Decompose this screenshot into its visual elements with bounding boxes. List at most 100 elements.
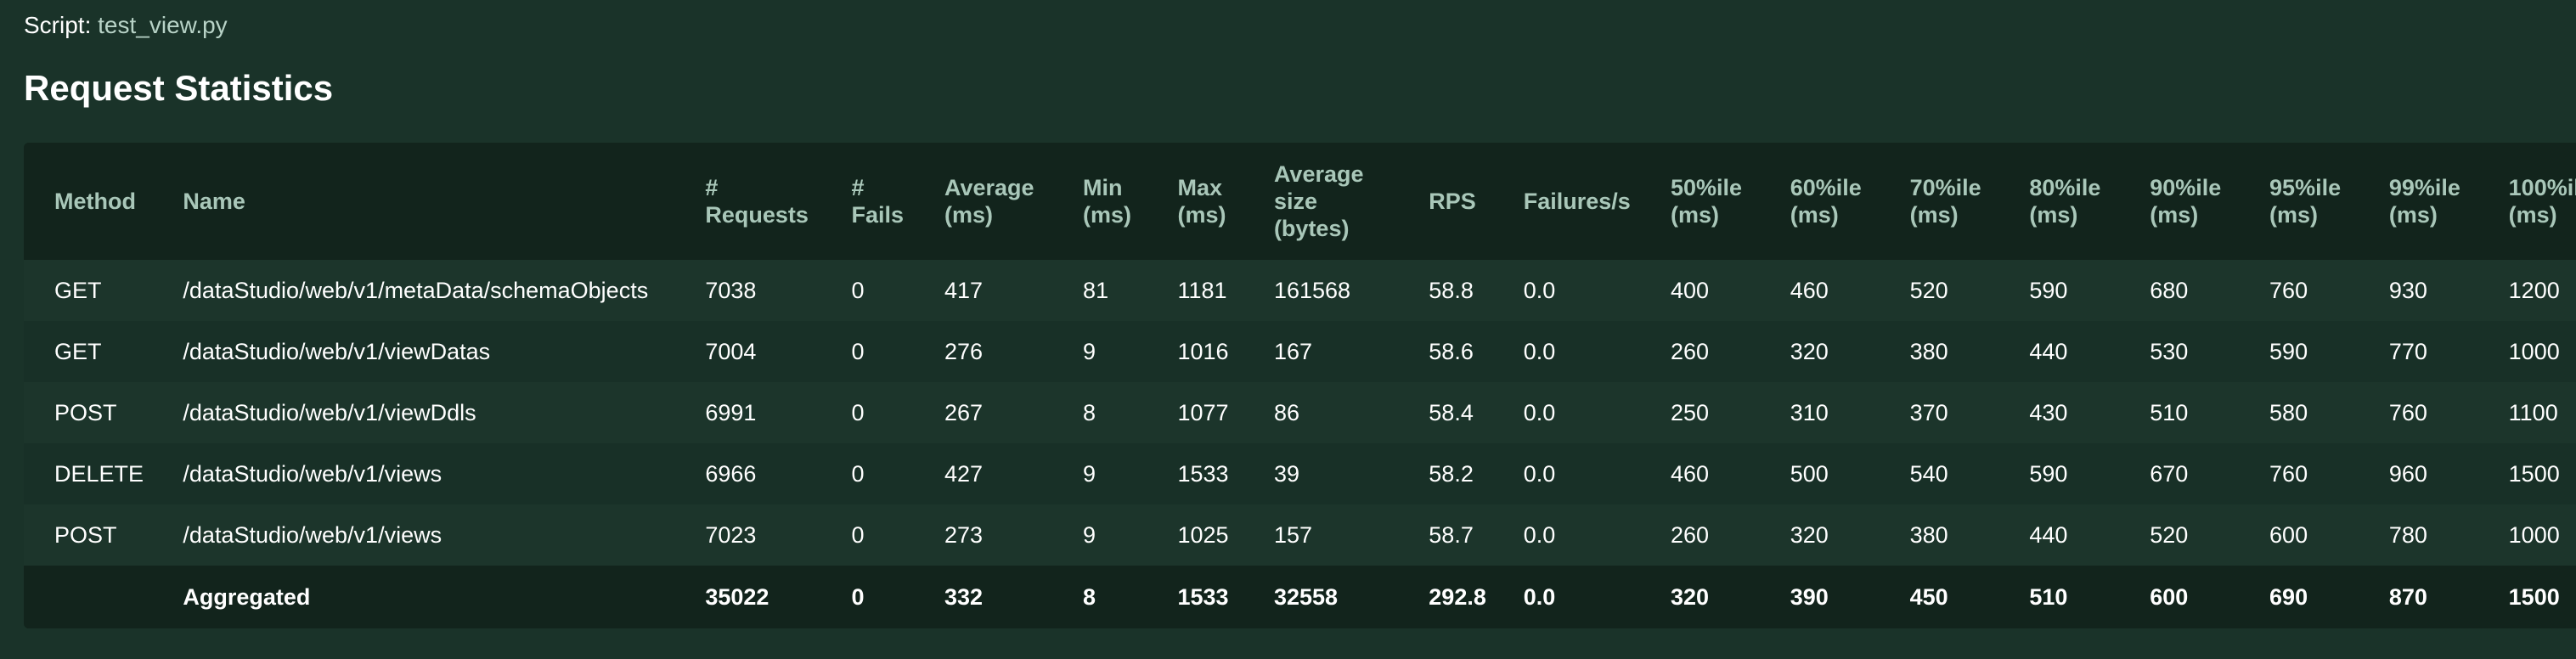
table-cell: [24, 566, 183, 628]
table-cell: 7038: [705, 260, 852, 321]
table-cell: 1016: [1177, 321, 1274, 382]
table-cell: 580: [2269, 382, 2389, 443]
column-header[interactable]: 95%ile (ms): [2269, 143, 2389, 260]
table-cell: 273: [944, 504, 1084, 566]
table-cell: 7004: [705, 321, 852, 382]
column-header[interactable]: Average size (bytes): [1273, 143, 1429, 260]
table-cell: 510: [2150, 382, 2270, 443]
table-cell: 320: [1790, 504, 1910, 566]
column-header[interactable]: Max (ms): [1177, 143, 1274, 260]
table-cell: /dataStudio/web/v1/metaData/schemaObject…: [183, 260, 706, 321]
script-info: Script: test_view.py: [24, 12, 228, 39]
table-cell: 58.6: [1429, 321, 1524, 382]
table-cell: 161568: [1273, 260, 1429, 321]
table-cell: 0.0: [1523, 504, 1671, 566]
table-row: GET/dataStudio/web/v1/metaData/schemaObj…: [24, 260, 2576, 321]
column-header[interactable]: Method: [24, 143, 183, 260]
column-header[interactable]: 60%ile (ms): [1790, 143, 1910, 260]
table-cell: 0: [851, 260, 944, 321]
table-cell: 81: [1083, 260, 1178, 321]
table-cell: 6966: [705, 443, 852, 504]
table-cell: 440: [2029, 321, 2150, 382]
table-cell: 1181: [1177, 260, 1274, 321]
table-cell: 427: [944, 443, 1084, 504]
column-header[interactable]: 80%ile (ms): [2029, 143, 2150, 260]
table-cell: 870: [2388, 566, 2509, 628]
table-row: DELETE/dataStudio/web/v1/views 6966 0 427 9 1…: [24, 443, 2576, 504]
table-cell: 770: [2388, 321, 2509, 382]
table-cell: 58.8: [1429, 260, 1524, 321]
table-cell: 500: [1790, 443, 1910, 504]
table-cell: GET: [24, 260, 183, 321]
table-cell: 35022: [705, 566, 852, 628]
aggregated-row: Aggregated 35022 0 332 8 1533 32558 292.8 0.0 320…: [24, 566, 2576, 628]
column-header[interactable]: Min (ms): [1083, 143, 1178, 260]
table-cell: 0: [851, 382, 944, 443]
table-cell: 167: [1273, 321, 1429, 382]
table-cell: 370: [1909, 382, 2030, 443]
table-cell: 32558: [1273, 566, 1429, 628]
column-header[interactable]: # Requests: [705, 143, 852, 260]
page-title: Request Statistics: [24, 68, 334, 108]
table-cell: 600: [2150, 566, 2270, 628]
table-cell: 590: [2029, 443, 2150, 504]
table-cell: 380: [1909, 321, 2030, 382]
table-cell: 1025: [1177, 504, 1274, 566]
table-cell: 1533: [1177, 566, 1274, 628]
table-cell: 600: [2269, 504, 2389, 566]
column-header[interactable]: Name: [183, 143, 706, 260]
table-cell: GET: [24, 321, 183, 382]
table-cell: 590: [2269, 321, 2389, 382]
column-header[interactable]: 90%ile (ms): [2150, 143, 2270, 260]
table-cell: 1000: [2508, 321, 2576, 382]
table-cell: 760: [2269, 443, 2389, 504]
table-cell: 0: [851, 566, 944, 628]
table-cell: 276: [944, 321, 1084, 382]
table-cell: 380: [1909, 504, 2030, 566]
table-cell: 157: [1273, 504, 1429, 566]
column-header[interactable]: # Fails: [851, 143, 944, 260]
table-cell: 1500: [2508, 566, 2576, 628]
table-cell: 430: [2029, 382, 2150, 443]
table-cell: 460: [1670, 443, 1790, 504]
table-cell: 250: [1670, 382, 1790, 443]
column-header[interactable]: Average (ms): [944, 143, 1084, 260]
table-cell: POST: [24, 504, 183, 566]
column-header[interactable]: Failures/s: [1523, 143, 1671, 260]
table-cell: 39: [1273, 443, 1429, 504]
column-header[interactable]: 50%ile (ms): [1670, 143, 1790, 260]
table-cell: 0.0: [1523, 443, 1671, 504]
table-cell: 400: [1670, 260, 1790, 321]
script-label: Script:: [24, 12, 92, 38]
table-cell: 58.2: [1429, 443, 1524, 504]
column-header[interactable]: 70%ile (ms): [1909, 143, 2030, 260]
table-cell: 960: [2388, 443, 2509, 504]
table-cell: 1000: [2508, 504, 2576, 566]
table-cell: 520: [2150, 504, 2270, 566]
column-header[interactable]: 100%ile(ms): [2508, 143, 2576, 260]
table-cell: /dataStudio/web/v1/viewDdls: [183, 382, 706, 443]
table-cell: 0.0: [1523, 566, 1671, 628]
table-row: POST/dataStudio/web/v1/viewDdls 6991 0 267 8…: [24, 382, 2576, 443]
table-cell: 0: [851, 443, 944, 504]
table-cell: 1077: [1177, 382, 1274, 443]
table-cell: 530: [2150, 321, 2270, 382]
table-cell: 310: [1790, 382, 1910, 443]
table-cell: 7023: [705, 504, 852, 566]
table-cell: 510: [2029, 566, 2150, 628]
table-cell: 670: [2150, 443, 2270, 504]
table-cell: 0.0: [1523, 321, 1671, 382]
table-cell: 680: [2150, 260, 2270, 321]
column-header[interactable]: 99%ile (ms): [2388, 143, 2509, 260]
table-cell: 6991: [705, 382, 852, 443]
table-cell: 332: [944, 566, 1084, 628]
table-cell: /dataStudio/web/v1/views: [183, 443, 706, 504]
table-header-row: Method Name # Requests # Fails Average (ms) Min(…: [24, 143, 2576, 260]
table-cell: 417: [944, 260, 1084, 321]
table-cell: 267: [944, 382, 1084, 443]
column-header[interactable]: RPS: [1429, 143, 1524, 260]
table-cell: 8: [1083, 566, 1178, 628]
table-cell: 58.4: [1429, 382, 1524, 443]
table-cell: 0: [851, 504, 944, 566]
table-cell: 780: [2388, 504, 2509, 566]
